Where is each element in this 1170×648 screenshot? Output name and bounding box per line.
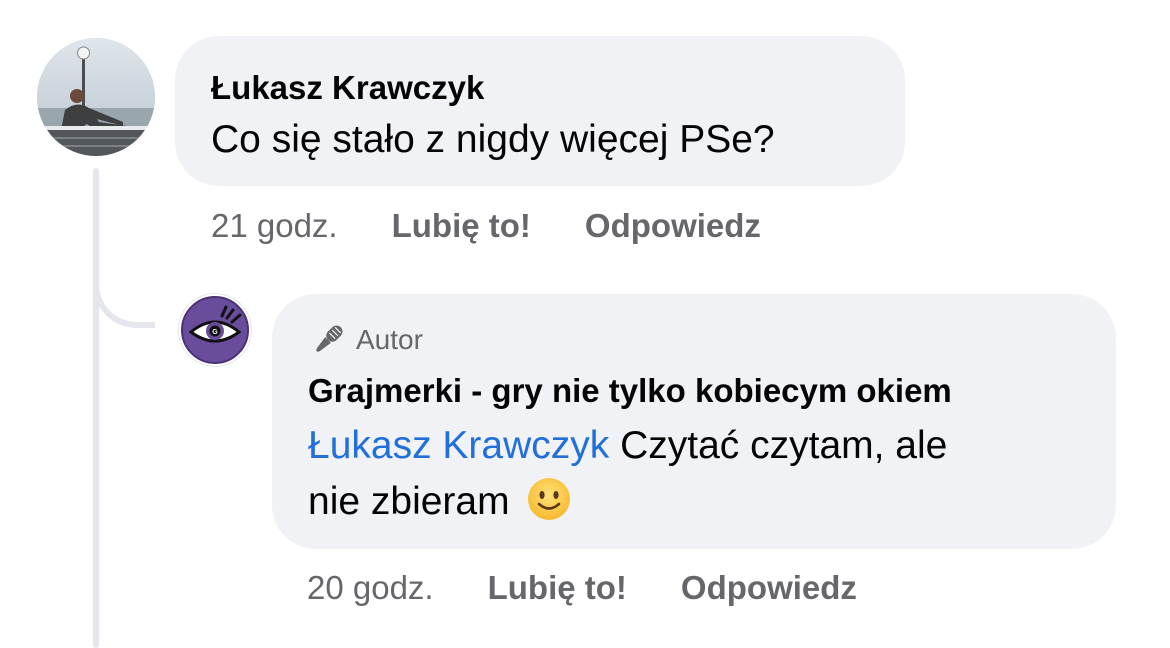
profile-photo-icon — [37, 38, 155, 156]
comment-author-name[interactable]: Łukasz Krawczyk — [211, 68, 869, 108]
reply-text-line2: nie zbieram — [308, 480, 510, 523]
author-badge-label: Autor — [356, 324, 423, 355]
reply-text-line1: Czytać czytam, ale — [609, 424, 948, 467]
svg-text:G: G — [212, 329, 218, 336]
reply-text: Łukasz Krawczyk Czytać czytam, ale nie z… — [308, 418, 1080, 530]
like-button[interactable]: Lubię to! — [392, 207, 531, 245]
comment-text: Co się stało z nigdy więcej PSe? — [211, 118, 775, 161]
reply-author-name[interactable]: Grajmerki - gry nie tylko kobiecym okiem — [308, 368, 1080, 414]
author-badge: Autor — [308, 322, 1080, 358]
mention-link[interactable]: Łukasz Krawczyk — [308, 424, 609, 467]
reply-actions: 20 godz. Lubię to! Odpowiedz — [307, 568, 857, 608]
reply-timestamp[interactable]: 20 godz. — [307, 569, 434, 607]
slightly-smiling-face-icon — [528, 478, 571, 520]
comment-bubble: Łukasz Krawczyk Co się stało z nigdy wię… — [175, 36, 905, 186]
eye-logo-icon: G — [181, 296, 249, 364]
thread-reply-connector — [93, 260, 155, 328]
avatar[interactable] — [37, 38, 155, 156]
reply-button[interactable]: Odpowiedz — [585, 207, 761, 245]
thread-line — [93, 168, 99, 648]
reply-reply-button[interactable]: Odpowiedz — [681, 569, 857, 607]
comment-timestamp[interactable]: 21 godz. — [211, 207, 338, 245]
reply-like-button[interactable]: Lubię to! — [488, 569, 627, 607]
page-avatar[interactable]: G — [179, 294, 251, 366]
reply-bubble: Autor Grajmerki - gry nie tylko kobiecym… — [272, 294, 1116, 549]
microphone-icon — [316, 325, 343, 352]
comment-actions: 21 godz. Lubię to! Odpowiedz — [211, 206, 761, 246]
